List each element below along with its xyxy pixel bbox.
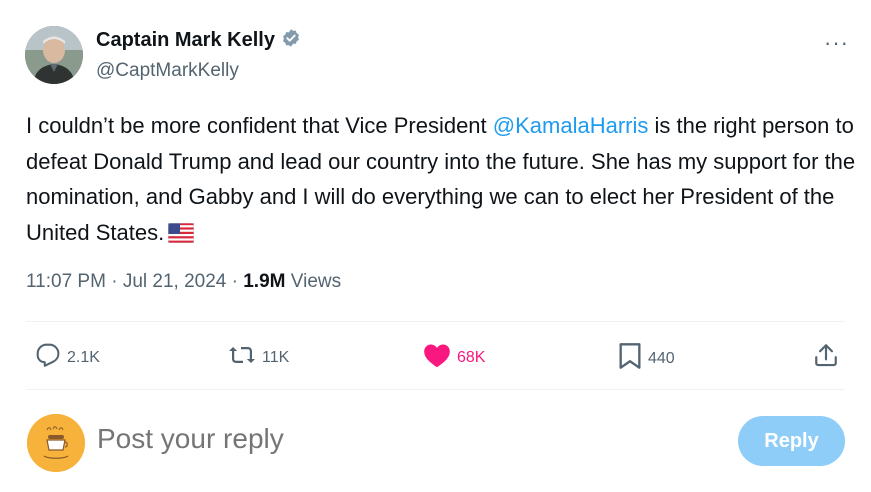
divider-top [26,321,845,322]
mention-link[interactable]: @KamalaHarris [493,113,649,138]
bookmark-action-button[interactable]: 440 [618,342,675,375]
author-avatar[interactable] [25,26,83,84]
tweet-time[interactable]: 11:07 PM [26,271,106,292]
us-flag-icon [167,218,195,254]
meta-separator: · [111,271,118,292]
bookmark-icon [618,342,642,375]
tweet-text-before: I couldn’t be more confident that Vice P… [26,113,493,138]
share-icon [813,342,839,373]
reply-button[interactable]: Reply [738,416,845,466]
action-bar: 2.1K 11K 68K 440 [0,336,871,376]
author-display-name[interactable]: Captain Mark Kelly [96,29,275,52]
meta-separator: · [231,271,238,292]
repost-icon [228,342,256,373]
author-handle[interactable]: @CaptMarkKelly [96,60,239,82]
reply-input[interactable] [97,423,657,455]
like-count: 68K [457,348,486,366]
reply-action-button[interactable]: 2.1K [35,342,100,373]
more-options-button[interactable]: ··· [824,30,849,56]
share-action-button[interactable] [813,342,839,373]
current-user-avatar[interactable] [27,414,85,472]
bookmark-count: 440 [648,349,675,367]
reply-icon [35,342,61,373]
verified-badge-icon [281,28,301,53]
views-count: 1.9M [243,271,286,292]
repost-count: 11K [262,348,290,366]
reply-count: 2.1K [67,348,100,366]
like-action-button[interactable]: 68K [423,342,485,373]
tweet-meta: 11:07 PM · Jul 21, 2024 · 1.9M Views [26,271,341,293]
tweet-text: I couldn’t be more confident that Vice P… [26,108,856,253]
heart-icon [423,342,451,373]
repost-action-button[interactable]: 11K [228,342,289,373]
views-label: Views [290,271,342,292]
divider-bottom [26,389,845,390]
tweet-date[interactable]: Jul 21, 2024 [123,271,227,292]
